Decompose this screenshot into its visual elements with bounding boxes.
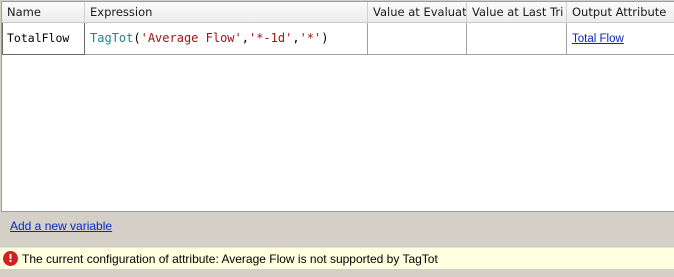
column-header-name[interactable]: Name	[2, 2, 85, 23]
expression-arg-3: '*'	[299, 31, 322, 45]
column-header-output-attribute[interactable]: Output Attribute	[567, 2, 674, 23]
error-icon: !	[3, 251, 18, 266]
expression-open-paren: (	[133, 31, 141, 45]
status-bar: ! The current configuration of attribute…	[0, 247, 674, 269]
value-at-evaluation-cell[interactable]	[368, 23, 467, 55]
expression-arg-2: '*-1d'	[248, 31, 293, 45]
output-attribute-link[interactable]: Total Flow	[572, 33, 624, 45]
table-row[interactable]: TotalFlow TagTot('Average Flow','*-1d','…	[2, 23, 674, 55]
expression-function: TagTot	[90, 31, 134, 45]
expression-close-paren: )	[321, 31, 329, 45]
variables-grid: Name Expression Value at Evaluati Value …	[1, 1, 674, 212]
expression-cell[interactable]: TagTot('Average Flow','*-1d','*')	[85, 23, 368, 55]
variable-name-cell[interactable]: TotalFlow	[2, 23, 85, 55]
add-variable-link[interactable]: Add a new variable	[10, 219, 112, 233]
column-header-expression[interactable]: Expression	[85, 2, 368, 23]
status-message: The current configuration of attribute: …	[22, 252, 438, 266]
grid-header: Name Expression Value at Evaluati Value …	[2, 2, 674, 23]
expression-arg-1: 'Average Flow'	[140, 31, 242, 45]
expression-separator-1: ,	[241, 31, 249, 45]
expression-separator-2: ,	[292, 31, 300, 45]
column-header-value-at-evaluation[interactable]: Value at Evaluati	[368, 2, 467, 23]
variables-panel: Name Expression Value at Evaluati Value …	[0, 0, 674, 277]
value-at-last-trigger-cell[interactable]	[467, 23, 567, 55]
column-header-value-at-last-trigger[interactable]: Value at Last Tri	[467, 2, 567, 23]
output-attribute-cell[interactable]: Total Flow	[567, 23, 674, 55]
